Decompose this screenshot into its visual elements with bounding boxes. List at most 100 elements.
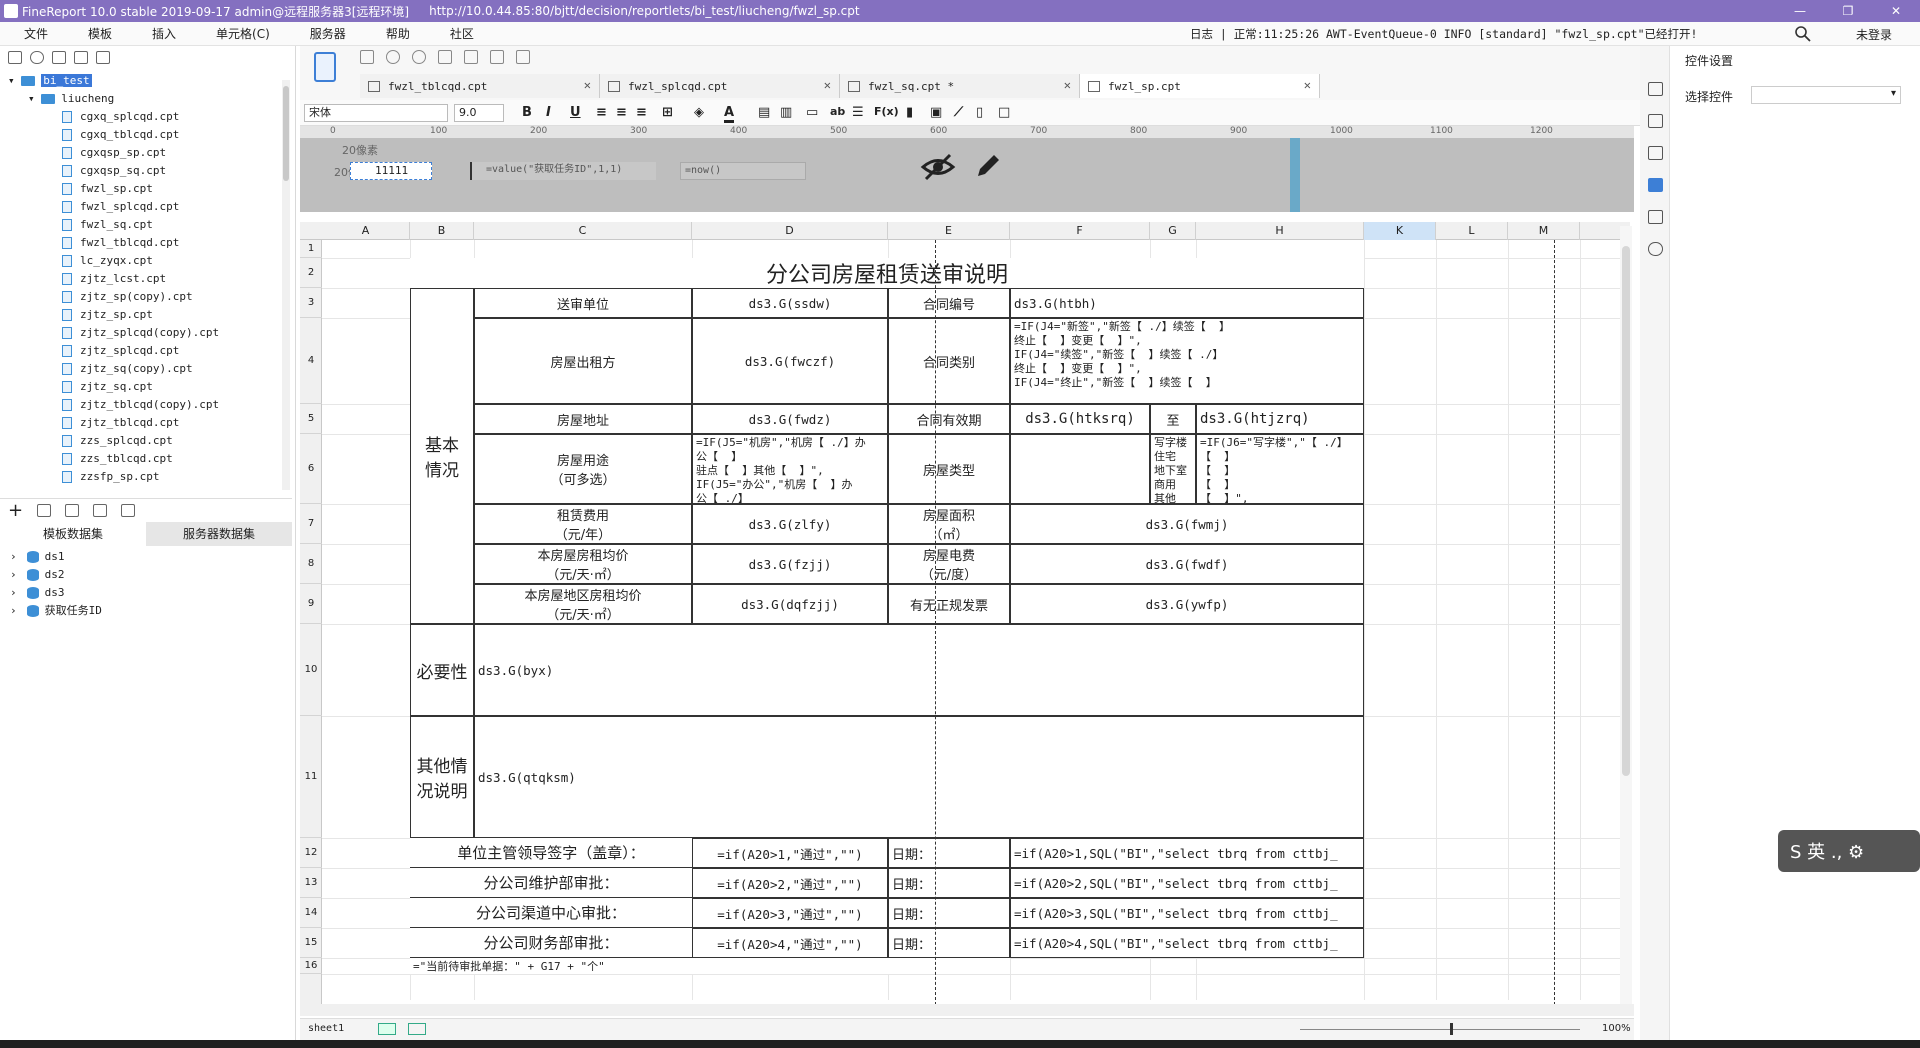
- approval-label[interactable]: 分公司维护部审批：: [410, 868, 692, 898]
- tree-file[interactable]: zzs_splcqd.cpt: [0, 432, 282, 450]
- tree-folder[interactable]: ▾ liucheng: [0, 90, 282, 108]
- login-link[interactable]: 未登录: [1856, 26, 1892, 43]
- grid-horizontal-scrollbar[interactable]: [300, 1004, 1634, 1016]
- cell-label[interactable]: 合同类别: [888, 318, 1010, 404]
- new-folder-icon[interactable]: [8, 50, 22, 64]
- column-header-cell[interactable]: L: [1436, 222, 1508, 240]
- maximize-button[interactable]: ❐: [1824, 0, 1872, 22]
- cell-value[interactable]: ds3.G(fwmj): [1010, 504, 1364, 544]
- cell-label[interactable]: 送审单位: [474, 288, 692, 318]
- delete-dataset-icon[interactable]: [65, 504, 80, 517]
- copy-icon[interactable]: [464, 50, 478, 64]
- tree-file[interactable]: zjtz_sq.cpt: [0, 378, 282, 396]
- fill-color-icon[interactable]: ◈: [694, 105, 704, 120]
- necessity-label[interactable]: 必要性: [410, 624, 474, 716]
- condition-icon[interactable]: [1648, 210, 1663, 224]
- tree-file[interactable]: cgxqsp_sp.cpt: [0, 144, 282, 162]
- merge-icon[interactable]: ▤: [758, 105, 770, 120]
- server-dataset-icon[interactable]: [121, 504, 136, 517]
- column-header-cell[interactable]: B: [410, 222, 474, 240]
- column-header-cell[interactable]: D: [692, 222, 888, 240]
- cell-label[interactable]: 本房屋地区房租均价 （元/天·㎡）: [474, 584, 692, 624]
- zoom-handle[interactable]: [1450, 1023, 1453, 1035]
- date-formula[interactable]: =if(A20>4,SQL("BI","select tbrq from ctt…: [1010, 928, 1364, 958]
- date-label[interactable]: 日期：: [888, 898, 1010, 928]
- align-center-icon[interactable]: ≡: [616, 105, 627, 120]
- tree-file[interactable]: zzs_tblcqd.cpt: [0, 450, 282, 468]
- underline-button[interactable]: U: [570, 105, 581, 120]
- date-formula[interactable]: =if(A20>3,SQL("BI","select tbrq from ctt…: [1010, 898, 1364, 928]
- tree-file[interactable]: fwzl_tblcqd.cpt: [0, 234, 282, 252]
- cell-value[interactable]: ds3.G(fwdz): [692, 404, 888, 434]
- cell-formula[interactable]: =IF(J6="写字楼","【 ./】 【 】 【 】 【 】 【 】", IF…: [1196, 434, 1364, 504]
- insert-text-icon[interactable]: ▭: [806, 105, 818, 120]
- float-element-icon[interactable]: [1648, 146, 1663, 160]
- row-header-cell[interactable]: 6: [300, 434, 322, 504]
- param-input-formula[interactable]: =value("获取任务ID",1,1): [470, 162, 656, 180]
- tree-file[interactable]: cgxq_tblcqd.cpt: [0, 126, 282, 144]
- close-tab-icon[interactable]: ✕: [584, 78, 591, 92]
- paragraph-icon[interactable]: ☰: [852, 105, 864, 120]
- dataset-item[interactable]: › ds1: [0, 548, 292, 566]
- chart-icon[interactable]: ▮: [906, 105, 913, 120]
- row-header-cell[interactable]: 11: [300, 716, 322, 838]
- delete-icon[interactable]: [74, 50, 88, 64]
- tree-file[interactable]: fwzl_sq.cpt: [0, 216, 282, 234]
- row-header-cell[interactable]: 14: [300, 898, 322, 928]
- cell-value[interactable]: ds3.G(fwczf): [692, 318, 888, 404]
- tree-file[interactable]: zjtz_sp(copy).cpt: [0, 288, 282, 306]
- align-right-icon[interactable]: ≡: [636, 105, 647, 120]
- approval-formula[interactable]: =if(A20>3,"通过",""): [692, 898, 888, 928]
- row-header-cell[interactable]: 15: [300, 928, 322, 958]
- row-header-cell[interactable]: 2: [300, 258, 322, 288]
- menu-file[interactable]: 文件: [0, 25, 64, 42]
- add-sheet-icon[interactable]: [378, 1023, 396, 1035]
- tab-fwzl-tblcqd[interactable]: fwzl_tblcqd.cpt ✕: [360, 74, 600, 98]
- cell-label[interactable]: 房屋面积 （㎡）: [888, 504, 1010, 544]
- cell-value[interactable]: ds3.G(byx): [474, 624, 1364, 716]
- cell-label[interactable]: 房屋出租方: [474, 318, 692, 404]
- cell-label[interactable]: 房屋地址: [474, 404, 692, 434]
- log-text[interactable]: 日志 | 正常:11:25:26 AWT-EventQueue-0 INFO […: [1190, 26, 1697, 42]
- cell-formula[interactable]: =IF(J4="新签","新签【 ./】续签【 】 终止【 】变更【 】", I…: [1010, 318, 1364, 404]
- preview-icon[interactable]: [93, 504, 108, 517]
- cell-value[interactable]: ds3.G(fwdf): [1010, 544, 1364, 584]
- tab-fwzl-splcqd[interactable]: fwzl_splcqd.cpt ✕: [600, 74, 840, 98]
- tab-fwzl-sq[interactable]: fwzl_sq.cpt * ✕: [840, 74, 1080, 98]
- approval-formula[interactable]: =if(A20>4,"通过",""): [692, 928, 888, 958]
- approval-label[interactable]: 单位主管领导签字（盖章）：: [410, 838, 692, 868]
- menu-template[interactable]: 模板: [64, 25, 128, 42]
- dataset-item[interactable]: › 获取任务ID: [0, 602, 292, 620]
- tab-server-datasets[interactable]: 服务器数据集: [146, 522, 292, 546]
- edit-icon[interactable]: [37, 504, 52, 517]
- cell-empty[interactable]: [1010, 434, 1150, 504]
- more-icon[interactable]: □: [998, 105, 1010, 120]
- tree-file[interactable]: lc_zyqx.cpt: [0, 252, 282, 270]
- zoom-slider[interactable]: [1300, 1029, 1580, 1030]
- date-formula[interactable]: =if(A20>2,SQL("BI","select tbrq from ctt…: [1010, 868, 1364, 898]
- column-header-cell[interactable]: G: [1150, 222, 1196, 240]
- edit-pen-icon[interactable]: [972, 150, 1004, 182]
- paste-icon[interactable]: [490, 50, 504, 64]
- slash-icon[interactable]: ⟋: [954, 105, 963, 120]
- pending-formula[interactable]: ="当前待审批单据：" + G17 + "个": [410, 958, 1010, 974]
- tree-file[interactable]: zzsfp_sp.cpt: [0, 468, 282, 486]
- zoom-level[interactable]: 100%: [1602, 1023, 1631, 1034]
- formula-icon[interactable]: F(x): [874, 105, 899, 118]
- row-header-cell[interactable]: 12: [300, 838, 322, 868]
- italic-button[interactable]: I: [546, 105, 551, 120]
- date-formula[interactable]: =if(A20>1,SQL("BI","select tbrq from ctt…: [1010, 838, 1364, 868]
- date-label[interactable]: 日期：: [888, 928, 1010, 958]
- subreport-icon[interactable]: ▯: [976, 105, 983, 120]
- tab-fwzl-sp[interactable]: fwzl_sp.cpt ✕: [1080, 74, 1320, 98]
- tree-file[interactable]: fwzl_sp.cpt: [0, 180, 282, 198]
- cell-label[interactable]: 租赁费用 （元/年）: [474, 504, 692, 544]
- close-tab-icon[interactable]: ✕: [1064, 78, 1071, 92]
- column-header-cell[interactable]: H: [1196, 222, 1364, 240]
- report-title[interactable]: 分公司房屋租赁送审说明: [410, 258, 1364, 288]
- format-brush-icon[interactable]: [516, 50, 530, 64]
- hide-eye-icon[interactable]: [920, 152, 956, 182]
- tree-file[interactable]: zjtz_sq(copy).cpt: [0, 360, 282, 378]
- insert-richtext-icon[interactable]: ab: [830, 105, 845, 118]
- unmerge-icon[interactable]: ▥: [780, 105, 792, 120]
